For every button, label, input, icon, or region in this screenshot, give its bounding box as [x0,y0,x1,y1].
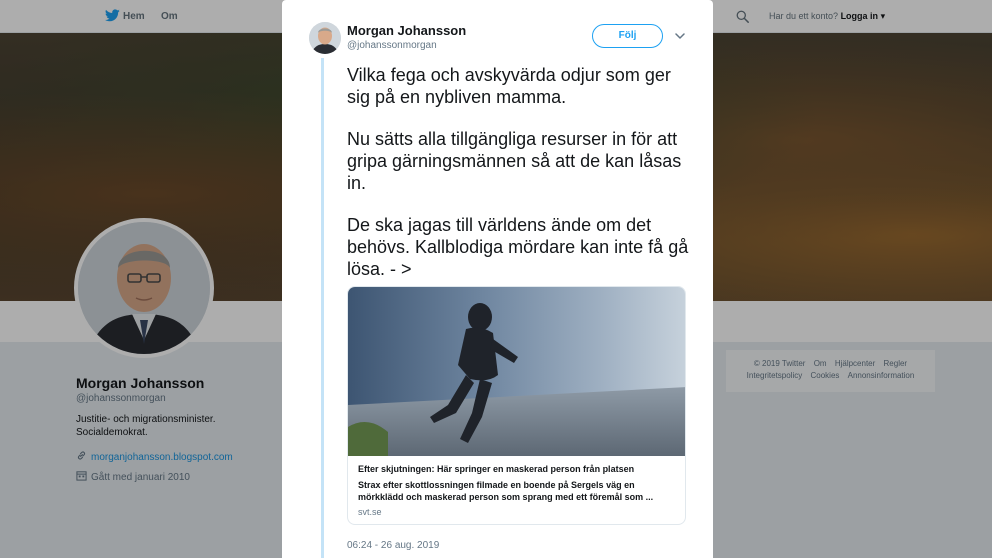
thread-line [321,58,324,558]
card-headline: Efter skjutningen: Här springer en maske… [358,464,635,474]
author-photo-illustration [309,22,341,54]
tweet-paragraph: De ska jagas till världens ände om det b… [347,215,689,279]
chevron-down-icon[interactable] [675,33,685,40]
card-domain: svt.se [358,507,382,517]
tweet-paragraph: Vilka fega och avskyvärda odjur som ger … [347,65,671,107]
tweet-modal: Morgan Johansson @johanssonmorgan Följ V… [282,0,713,558]
tweet-author-avatar[interactable] [309,22,341,54]
tweet-author-handle[interactable]: @johanssonmorgan [347,40,437,51]
tweet-text: Vilka fega och avskyvärda odjur som ger … [347,64,692,300]
tweet-timestamp[interactable]: 06:24 - 26 aug. 2019 [347,540,439,551]
card-thumbnail-image [348,287,685,456]
follow-button[interactable]: Följ [592,24,663,48]
tweet-author-name[interactable]: Morgan Johansson [347,23,466,38]
link-preview-card[interactable]: Efter skjutningen: Här springer en maske… [347,286,686,525]
tweet-paragraph: Nu sätts alla tillgängliga resurser in f… [347,129,682,193]
card-description: Strax efter skottlossningen filmade en b… [358,480,654,502]
